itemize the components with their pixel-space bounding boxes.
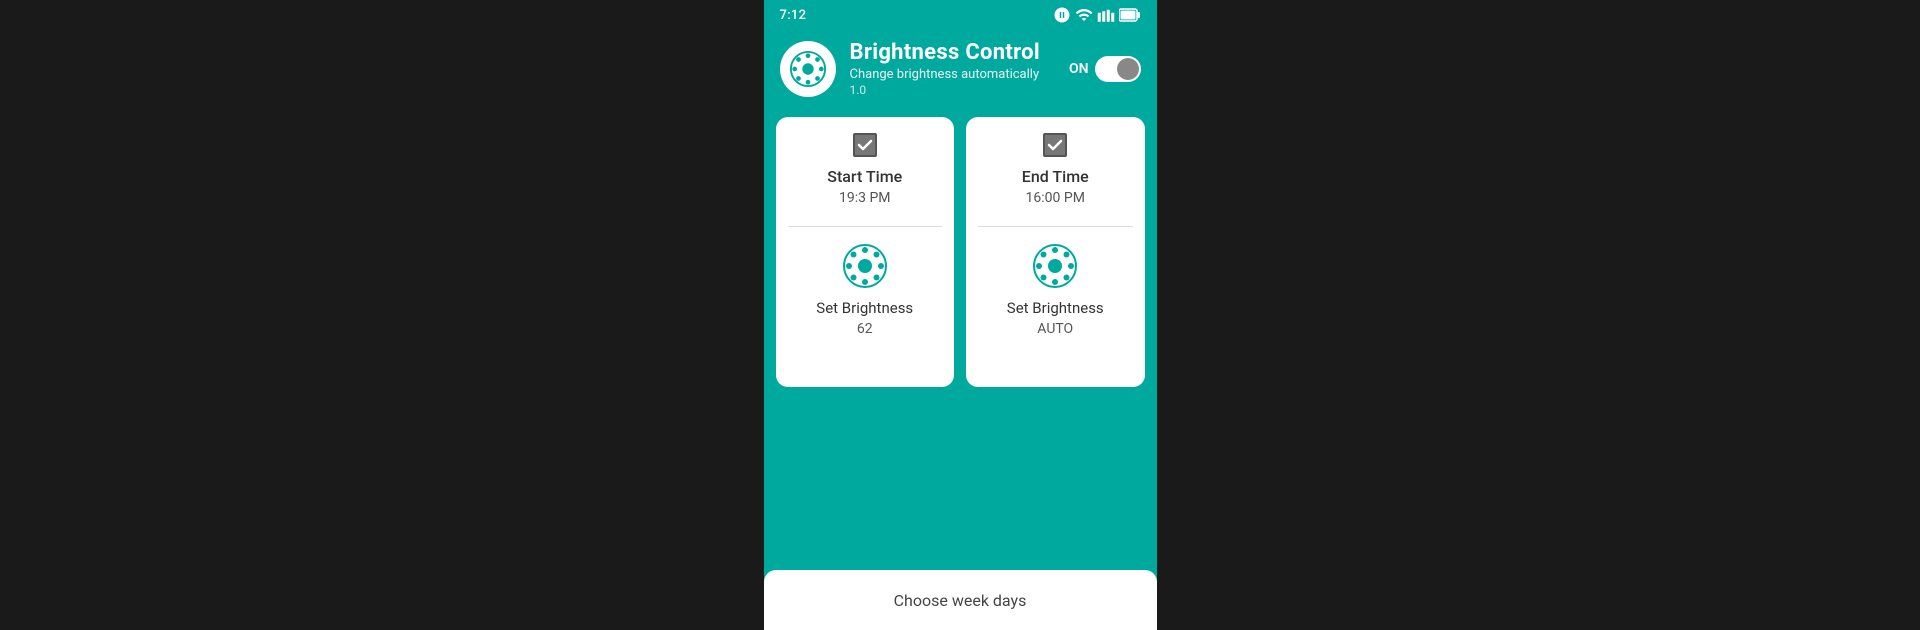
wifi-icon [1075,6,1093,24]
end-brightness-value: AUTO [1037,321,1073,337]
start-brightness-label: Set Brightness [816,299,913,317]
end-time-label: End Time [1022,167,1089,186]
choose-weekdays-label: Choose week days [894,591,1027,610]
end-time-value: 16:00 PM [1026,190,1085,206]
app-title: Brightness Control [850,40,1055,65]
toggle-area[interactable]: ON [1069,56,1141,82]
phone-container: 7:12 [764,0,1157,630]
end-brightness-label: Set Brightness [1007,299,1104,317]
toggle-knob [1117,58,1139,80]
battery-icon [1119,8,1141,22]
status-time: 7:12 [780,8,807,23]
brightness-logo-icon [789,50,827,88]
end-brightness-icon [1032,243,1078,289]
start-time-checkbox[interactable] [853,133,877,157]
power-toggle[interactable] [1095,56,1141,82]
app-logo [780,41,836,97]
status-bar: 7:12 [764,0,1157,28]
start-time-card[interactable]: Start Time 19:3 PM Set Brightness [776,117,955,387]
start-card-divider [788,226,943,227]
checkmark-icon-2 [1047,137,1063,153]
cards-area: Start Time 19:3 PM Set Brightness [764,117,1157,387]
data-saver-icon [1053,6,1071,24]
end-time-card[interactable]: End Time 16:00 PM Set Brightness [966,117,1145,387]
status-icons [1053,6,1141,24]
start-time-label: Start Time [827,167,902,186]
start-time-value: 19:3 PM [839,190,891,206]
app-info: Brightness Control Change brightness aut… [850,40,1055,97]
end-card-divider [978,226,1133,227]
end-time-checkbox[interactable] [1043,133,1067,157]
app-subtitle: Change brightness automatically [850,67,1055,82]
app-version: 1.0 [850,83,1055,97]
toggle-label: ON [1069,61,1089,77]
signal-icon [1097,6,1115,24]
checkmark-icon [857,137,873,153]
app-header: Brightness Control Change brightness aut… [764,28,1157,113]
start-brightness-value: 62 [857,321,873,337]
bottom-bar[interactable]: Choose week days [764,570,1157,630]
start-brightness-icon [842,243,888,289]
